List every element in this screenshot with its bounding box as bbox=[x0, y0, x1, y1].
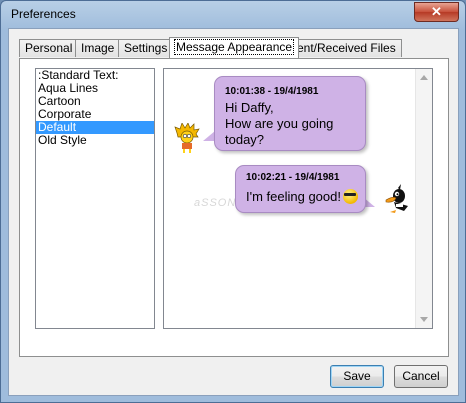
cancel-button[interactable]: Cancel bbox=[394, 365, 448, 388]
message-preview-pane: 10:01:38 - 19/4/1981 Hi Daffy, How are y… bbox=[163, 68, 433, 329]
list-item[interactable]: Old Style bbox=[36, 134, 154, 147]
save-button[interactable]: Save bbox=[330, 365, 384, 388]
close-button[interactable]: ✕ bbox=[414, 2, 459, 22]
tab-sent-received-files[interactable]: Sent/Received Files bbox=[283, 39, 402, 57]
message-timestamp: 10:01:38 - 19/4/1981 bbox=[225, 86, 319, 97]
message-text: Hi Daffy, How are you going today? bbox=[225, 100, 334, 147]
chat-bubble-incoming: 10:01:38 - 19/4/1981 Hi Daffy, How are y… bbox=[214, 76, 366, 151]
tab-settings[interactable]: Settings bbox=[118, 39, 174, 57]
cool-smiley-icon bbox=[343, 189, 358, 204]
chat-bubble-outgoing: 10:02:21 - 19/4/1981 I'm feeling good! bbox=[235, 165, 366, 213]
preview-scrollbar[interactable] bbox=[415, 69, 432, 328]
title-bar[interactable]: Preferences ✕ bbox=[1, 1, 465, 29]
daffy-duck-avatar-icon bbox=[385, 184, 408, 213]
tab-message-appearance[interactable]: Message Appearance bbox=[169, 37, 300, 58]
style-list[interactable]: :Standard Text: Aqua Lines Cartoon Corpo… bbox=[35, 68, 155, 329]
scroll-up-arrow-icon[interactable] bbox=[420, 75, 428, 80]
message-timestamp: 10:02:21 - 19/4/1981 bbox=[246, 172, 340, 183]
window-title: Preferences bbox=[11, 7, 76, 21]
preferences-window: Preferences ✕ Personal Image Settings Me… bbox=[0, 0, 466, 403]
lisa-avatar-icon bbox=[174, 123, 200, 153]
tab-personal[interactable]: Personal bbox=[19, 39, 79, 57]
scroll-down-arrow-icon[interactable] bbox=[420, 317, 428, 322]
tab-image[interactable]: Image bbox=[75, 39, 121, 57]
close-icon: ✕ bbox=[431, 4, 442, 19]
message-text: I'm feeling good! bbox=[246, 189, 358, 205]
dialog-client-area: Personal Image Settings Message Appearan… bbox=[8, 28, 459, 396]
message-appearance-panel: :Standard Text: Aqua Lines Cartoon Corpo… bbox=[19, 58, 449, 357]
